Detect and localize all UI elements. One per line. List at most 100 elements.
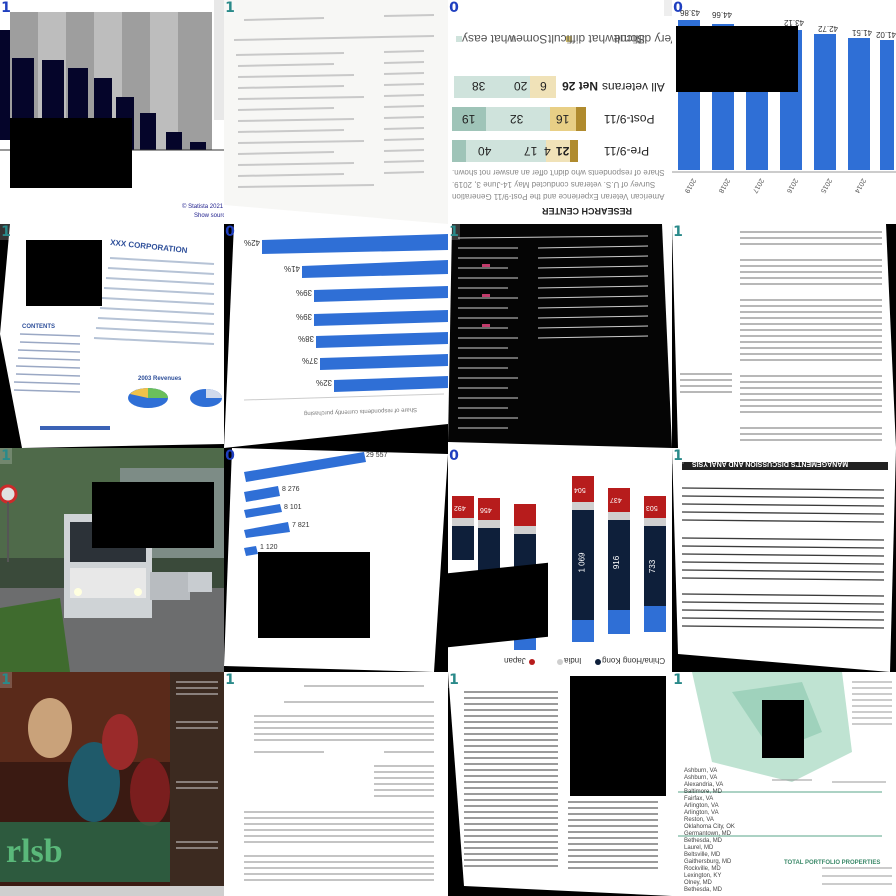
tile-text-document[interactable]: 1 <box>672 224 896 448</box>
mid-segment-label: 733 <box>648 559 658 574</box>
tile-property-portfolio[interactable]: 1 Ashburn, VA Ashburn, VA Alexandria, VA <box>672 672 896 896</box>
tile-index-badge: 1 <box>672 224 684 240</box>
list-item: Ashburn, VA <box>684 775 718 781</box>
list-item: Arlington, VA <box>684 810 719 816</box>
value: 32 <box>510 112 524 126</box>
value-label: 41.51 <box>852 28 873 37</box>
pie-title: 2003 Revenues <box>138 376 182 382</box>
svg-text:© Statista 2021: © Statista 2021 <box>182 203 224 210</box>
tile-sports-magazine[interactable]: 1 rlsb <box>0 672 224 896</box>
svg-text:Show source: Show source <box>194 213 224 219</box>
list-item: Olney, MD <box>684 880 712 886</box>
tile-survey-chart[interactable]: 0 Very difficult Somewhat difficult Some… <box>448 0 672 224</box>
legal-document-graphic <box>224 672 448 896</box>
bar-value: 39% <box>296 312 313 321</box>
net-value-all: Net 26 <box>562 79 599 93</box>
bar-value: 1 120 <box>260 544 278 551</box>
tile-stacked-column-chart[interactable]: 0 492 456 504 437 503 1 069 916 733 Chin… <box>448 448 672 672</box>
bar-chart-graphic: © Statista 2021 Show source <box>0 0 224 224</box>
top-segment-label: 492 <box>454 504 466 511</box>
row-label-pre-911: Pre-9/11 <box>604 144 650 158</box>
tile-index-badge: 1 <box>224 0 236 16</box>
value-label: 44.66 <box>712 10 733 19</box>
list-item: Alexandria, VA <box>684 782 724 788</box>
document-lines <box>224 0 448 224</box>
list-item: Bethesda, MD <box>684 838 723 844</box>
value: 20 <box>514 79 528 93</box>
chart-note: American Veteran Experience and the Post… <box>452 192 665 201</box>
row-label-post-911: Post-9/11 <box>604 112 655 126</box>
tile-horizontal-bar-chart[interactable]: 0 42% 41% 39% 39% 38% 37% 32% Share of r… <box>224 224 448 448</box>
tile-index-badge: 0 <box>225 224 235 240</box>
bar-value: 7 821 <box>292 522 310 529</box>
tile-column-chart[interactable]: 0 43.86 44.66 43.12 42.72 41.51 41.02 20… <box>672 0 896 224</box>
row-label-all-veterans: All veterans <box>602 80 665 94</box>
bar-value: 29 557 <box>366 452 388 459</box>
value: 40 <box>478 144 492 158</box>
tile-street-photo[interactable]: 1 <box>0 448 224 672</box>
contents-heading: CONTENTS <box>22 324 55 330</box>
legend-somewhat-difficult: Somewhat difficult <box>548 32 646 46</box>
tile-dark-table-document[interactable]: 1 <box>448 224 672 448</box>
redaction-box <box>570 676 666 796</box>
mid-segment-label: 1 069 <box>577 552 587 573</box>
legend-label: Japan <box>504 656 526 665</box>
value: 6 <box>540 79 547 93</box>
redaction-box <box>10 118 132 188</box>
redaction-box <box>762 700 804 758</box>
redaction-box <box>92 482 214 548</box>
redaction-box <box>26 240 102 306</box>
top-segment-label: 503 <box>646 504 658 511</box>
list-item: Beltsville, MD <box>684 852 721 858</box>
tile-index-badge: 1 <box>448 224 460 240</box>
list-item: Germantown, MD <box>684 831 732 837</box>
bar-value: 32% <box>316 378 333 387</box>
top-segment-label: 456 <box>480 506 492 513</box>
list-item: Fairfax, VA <box>684 796 714 802</box>
tile-bar-chart[interactable]: 1 © Statista 2021 Show source <box>0 0 224 224</box>
list-item: Oklahoma City, OK <box>684 824 735 830</box>
bar-value: 38% <box>298 334 315 343</box>
tile-index-badge: 1 <box>0 448 12 464</box>
top-segment-label: 504 <box>574 486 586 493</box>
tile-financial-document[interactable]: 1 <box>224 0 448 224</box>
list-item: Rockville, MD <box>684 866 721 872</box>
svg-text:rlsb: rlsb <box>6 833 63 870</box>
mda-graphic <box>672 448 896 672</box>
value: 16 <box>556 112 570 126</box>
legend-somewhat-easy: Somewhat easy <box>462 32 548 46</box>
tile-index-badge: 1 <box>0 672 12 688</box>
magazine-cover-graphic: rlsb <box>0 672 224 896</box>
text-document-graphic <box>672 224 896 448</box>
bar-value: 37% <box>302 356 319 365</box>
list-item: Reston, VA <box>684 817 714 823</box>
tile-horizontal-bar-chart-2[interactable]: 0 29 557 8 276 8 101 7 821 1 120 <box>224 448 448 672</box>
tile-index-badge: 1 <box>448 672 460 688</box>
footer-research-center: RESEARCH CENTER <box>542 206 633 216</box>
tile-index-badge: 1 <box>224 672 236 688</box>
value: 21 <box>556 144 570 158</box>
value: 4 <box>544 144 551 158</box>
chart-note: Survey of U.S. veterans conducted May 14… <box>452 180 656 189</box>
tile-legal-document[interactable]: 1 <box>224 672 448 896</box>
bar-value: 42% <box>244 238 261 247</box>
bar-value: 41% <box>284 264 301 273</box>
section-heading: TOTAL PORTFOLIO PROPERTIES <box>784 860 881 866</box>
section-heading: MANAGEMENT'S DISCUSSION AND ANALYSIS <box>692 460 849 467</box>
mid-segment-label: 916 <box>612 555 622 570</box>
tile-index-badge: 0 <box>225 448 235 464</box>
tile-text-document-2[interactable]: 1 <box>448 672 672 896</box>
bar-value: 8 276 <box>282 486 300 493</box>
tile-index-badge: 1 <box>672 672 684 688</box>
tile-management-discussion[interactable]: 1 MANAGEMENT'S DISCUSSION AND ANALYSIS <box>672 448 896 672</box>
top-segment-label: 437 <box>610 496 622 503</box>
tile-report-page[interactable]: 1 XXX CORPORATION CONTENTS 2003 Revenues <box>0 224 224 448</box>
tile-index-badge: 1 <box>0 224 12 240</box>
bar-value: 8 101 <box>284 504 302 511</box>
tile-index-badge: 0 <box>673 0 683 16</box>
list-item: Bethesda, MD <box>684 887 723 893</box>
bar-value: 39% <box>296 288 313 297</box>
tile-index-badge: 0 <box>449 448 459 464</box>
list-item: Gaithersburg, MD <box>684 859 732 865</box>
chart-note: Share of respondents who didn't offer an… <box>452 168 665 177</box>
